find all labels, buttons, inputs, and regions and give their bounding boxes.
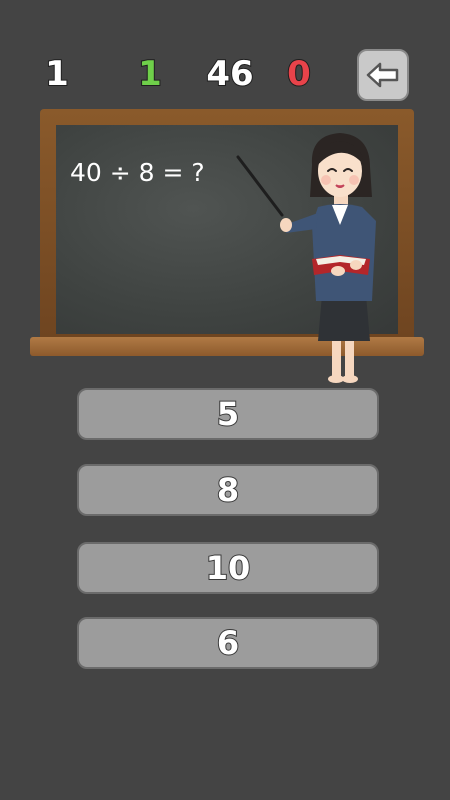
correct-count: 1 xyxy=(137,53,163,95)
answer-button[interactable]: 8 xyxy=(77,464,379,516)
round-counter: 1 xyxy=(44,53,70,95)
answer-button[interactable]: 5 xyxy=(77,388,379,440)
answer-button[interactable]: 6 xyxy=(77,617,379,669)
back-button[interactable] xyxy=(357,49,409,101)
teacher-illustration xyxy=(236,133,376,383)
answer-button[interactable]: 10 xyxy=(77,542,379,594)
timer: 46 xyxy=(205,53,254,95)
wrong-count: 0 xyxy=(286,53,312,95)
back-arrow-icon xyxy=(366,62,399,88)
question-text: 40 ÷ 8 = ? xyxy=(70,158,205,187)
